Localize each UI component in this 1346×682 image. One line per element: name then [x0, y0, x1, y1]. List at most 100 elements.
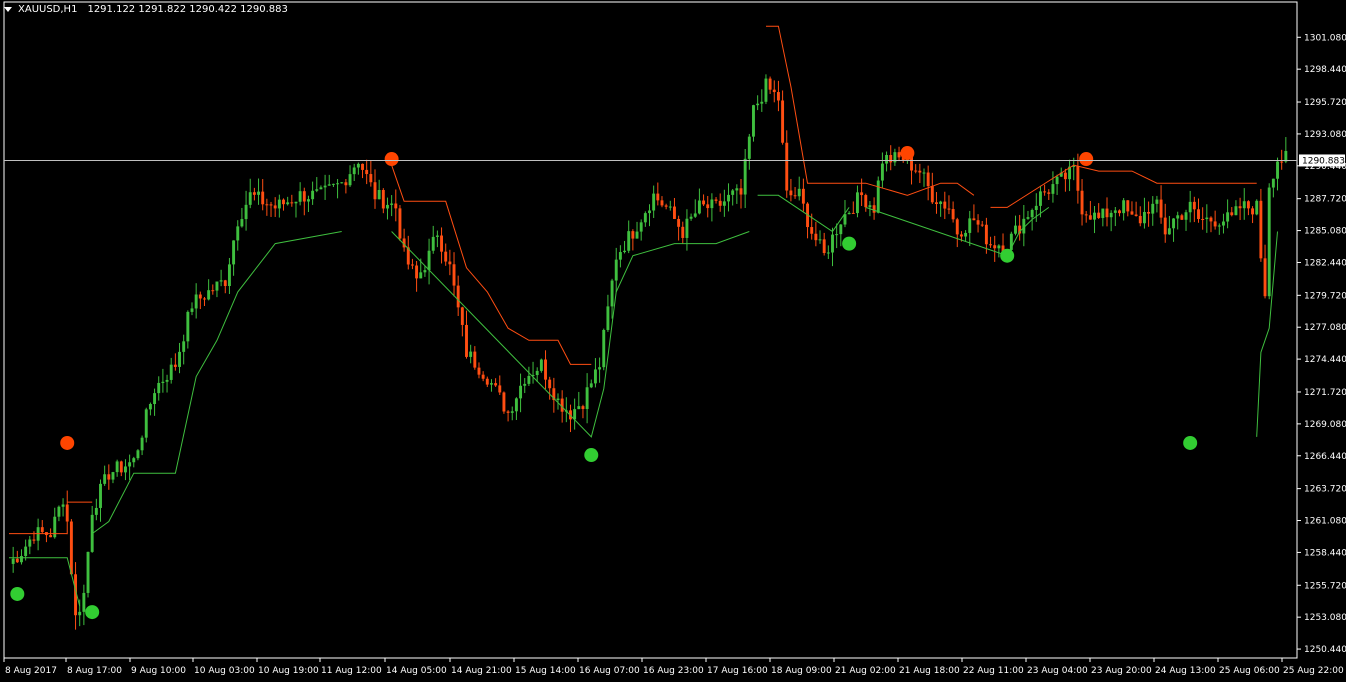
x-tick-label: 25 Aug 06:00	[1219, 666, 1280, 676]
candle-bear	[40, 527, 44, 533]
candle-bull	[427, 250, 431, 271]
buy-signal-dot	[1183, 435, 1198, 450]
candle-bull	[1109, 212, 1113, 218]
candle-bull	[356, 163, 360, 168]
candle-bull	[1276, 161, 1279, 179]
candle-bear	[781, 100, 785, 143]
candle-bull	[1255, 200, 1259, 215]
candle-bull	[1176, 215, 1180, 219]
candle-bull	[727, 194, 730, 202]
candle-bear	[365, 169, 369, 175]
candle-bull	[747, 136, 751, 159]
candle-bear	[851, 212, 855, 214]
candle-bull	[689, 216, 693, 219]
candle-bear	[15, 558, 19, 563]
candle-bull	[115, 461, 119, 473]
candle-bull	[161, 381, 165, 383]
candle-bull	[248, 192, 252, 205]
time-axis: 8 Aug 2017 8 Aug 17:00 9 Aug 10:00 10 Aug 0…	[3, 658, 1344, 676]
candle-bear	[211, 290, 215, 292]
candle-bear	[959, 234, 963, 237]
candle-bear	[481, 374, 485, 379]
candle-bull	[82, 592, 86, 612]
candle-bear	[768, 78, 772, 90]
candle-bear	[702, 200, 706, 205]
y-tick-label: 1298.440	[1304, 65, 1346, 75]
candle-bear	[860, 192, 864, 196]
candle-bear	[1097, 212, 1101, 218]
candle-bull	[1234, 206, 1238, 216]
candle-bull	[1093, 212, 1096, 220]
candle-bull	[643, 213, 647, 223]
candle-bear	[793, 195, 797, 197]
buy-signal-dot	[10, 586, 25, 601]
candle-bear	[465, 324, 468, 357]
candle-bull	[178, 351, 181, 367]
candle-bear	[785, 142, 789, 191]
candle-bear	[918, 170, 922, 173]
candle-bear	[706, 204, 710, 209]
x-tick-label: 10 Aug 03:00	[194, 666, 255, 676]
candle-bear	[198, 294, 202, 299]
candle-bull	[764, 78, 768, 102]
candle-bear	[173, 364, 177, 367]
candle-bull	[519, 385, 523, 399]
y-tick-label: 1271.720	[1304, 388, 1346, 398]
candle-bear	[772, 89, 776, 93]
candle-bull	[997, 245, 1001, 249]
candle-bear	[373, 182, 377, 200]
candle-bear	[440, 235, 444, 252]
candle-bull	[286, 202, 290, 205]
candle-bear	[1076, 166, 1080, 191]
candle-bull	[1055, 176, 1059, 185]
candle-bear	[897, 152, 901, 158]
candle-bull	[190, 308, 194, 312]
x-tick-label: 18 Aug 09:00	[771, 666, 832, 676]
candle-bull	[336, 183, 340, 185]
candle-bull	[315, 189, 319, 191]
candle-bull	[523, 383, 527, 386]
candle-bull	[693, 213, 697, 217]
candle-bull	[78, 611, 82, 616]
candle-bull	[697, 200, 701, 214]
candle-bull	[1026, 217, 1030, 219]
candle-bear	[1043, 191, 1047, 193]
x-tick-label: 14 Aug 05:00	[386, 666, 447, 676]
candle-bull	[876, 180, 880, 213]
candle-bear	[398, 208, 402, 239]
candle-bear	[49, 535, 53, 538]
candle-bear	[914, 170, 918, 172]
y-tick-label: 1269.080	[1304, 420, 1346, 430]
y-tick-label: 1253.080	[1304, 613, 1346, 623]
candle-bull	[685, 218, 689, 238]
candle-bull	[236, 226, 240, 241]
price-chart[interactable]: 1301.0801298.4401295.7201293.0801290.440…	[0, 0, 1346, 682]
candle-bull	[752, 105, 755, 137]
y-tick-label: 1279.720	[1304, 291, 1346, 301]
candle-bull	[123, 466, 127, 473]
candle-bull	[1101, 208, 1105, 218]
candle-bear	[993, 245, 997, 249]
candle-bear	[1147, 211, 1151, 214]
candle-bear	[1213, 221, 1217, 227]
candle-bear	[935, 202, 938, 205]
candle-bull	[1221, 221, 1225, 226]
candle-bull	[573, 409, 577, 420]
candle-bear	[631, 231, 635, 239]
candle-bull	[194, 294, 198, 309]
candle-bull	[111, 472, 115, 480]
candle-bear	[273, 205, 277, 209]
candle-bull	[1122, 200, 1126, 214]
candle-bull	[28, 539, 32, 547]
candle-bear	[1159, 199, 1163, 218]
candle-bull	[1038, 191, 1042, 206]
candle-bull	[489, 383, 493, 385]
candle-bear	[498, 385, 502, 393]
candle-bear	[681, 226, 685, 238]
candle-bear	[32, 539, 36, 541]
candle-bear	[65, 504, 69, 522]
buy-signal-dot	[85, 605, 100, 620]
trail-up-line	[1256, 231, 1278, 437]
candle-bear	[930, 186, 934, 203]
candle-bull	[57, 506, 61, 517]
